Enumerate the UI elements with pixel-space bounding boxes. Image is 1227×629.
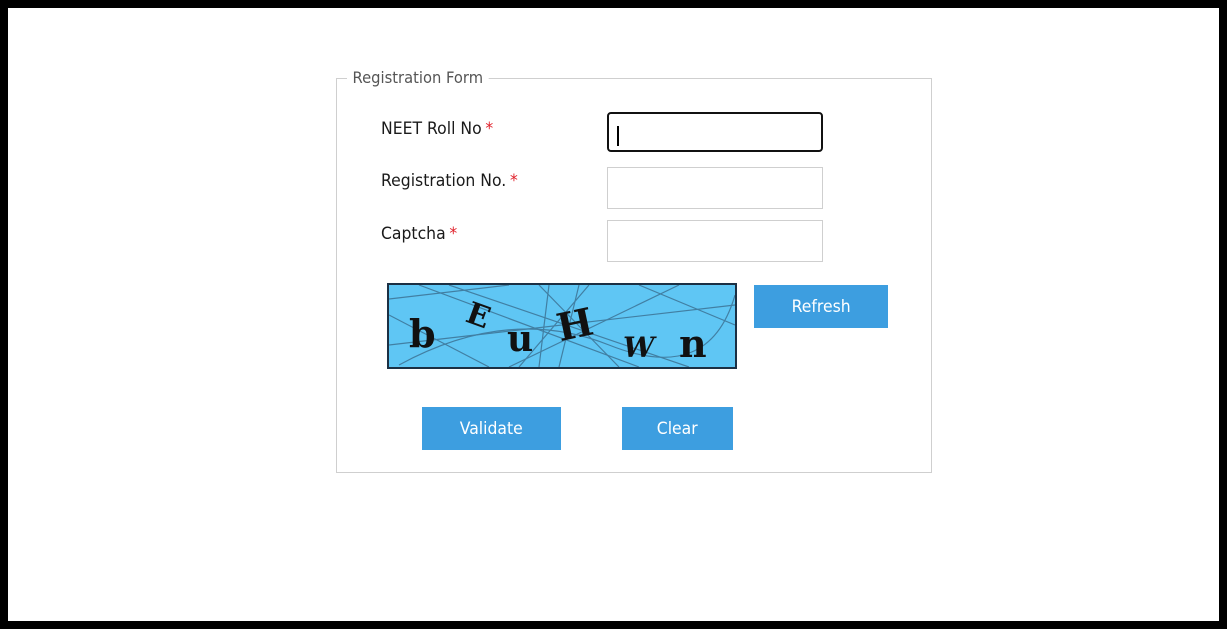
captcha-char: E bbox=[461, 296, 494, 337]
captcha-char: n bbox=[679, 321, 707, 366]
page-frame: Registration Form NEET Roll No * Registra… bbox=[8, 8, 1219, 621]
captcha-char: W bbox=[623, 331, 657, 364]
neet-roll-input[interactable] bbox=[607, 112, 823, 152]
neet-roll-label: NEET Roll No * bbox=[381, 119, 493, 139]
captcha-graphic: b E u H W n bbox=[389, 285, 735, 367]
validate-button[interactable]: Validate bbox=[422, 407, 561, 450]
captcha-char: u bbox=[507, 318, 533, 360]
refresh-button[interactable]: Refresh bbox=[754, 285, 888, 328]
registration-form: Registration Form NEET Roll No * Registra… bbox=[336, 68, 932, 473]
form-legend: Registration Form bbox=[347, 68, 489, 88]
registration-no-input[interactable] bbox=[607, 167, 823, 209]
registration-no-label-text: Registration No. bbox=[381, 171, 507, 191]
registration-no-label: Registration No. * bbox=[381, 171, 518, 191]
clear-button[interactable]: Clear bbox=[622, 407, 733, 450]
required-marker: * bbox=[509, 171, 518, 191]
captcha-input[interactable] bbox=[607, 220, 823, 262]
captcha-label-text: Captcha bbox=[381, 224, 446, 244]
captcha-letters: b E u H W n bbox=[409, 296, 707, 366]
captcha-char: b bbox=[409, 311, 436, 356]
refresh-button-label: Refresh bbox=[791, 296, 851, 317]
clear-button-label: Clear bbox=[657, 418, 698, 439]
text-caret bbox=[617, 126, 619, 146]
captcha-image: b E u H W n bbox=[387, 283, 737, 369]
neet-roll-label-text: NEET Roll No bbox=[381, 119, 482, 139]
captcha-label: Captcha * bbox=[381, 224, 457, 244]
required-marker: * bbox=[449, 224, 458, 244]
required-marker: * bbox=[485, 119, 494, 139]
validate-button-label: Validate bbox=[459, 418, 524, 439]
